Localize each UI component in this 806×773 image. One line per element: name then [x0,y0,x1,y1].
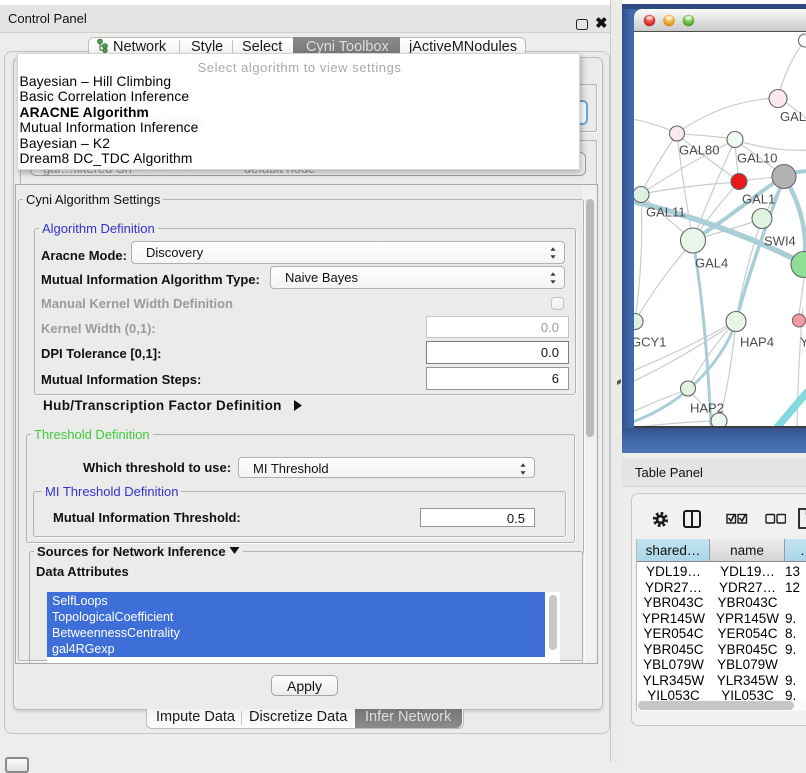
svg-text:GCY1: GCY1 [634,335,666,350]
svg-text:SWI4: SWI4 [764,234,796,249]
svg-text:GAL1: GAL1 [742,192,775,207]
svg-text:Y: Y [800,335,806,350]
svg-text:GAL10: GAL10 [737,151,777,166]
svg-text:GAL11: GAL11 [646,205,686,220]
svg-text:GAL: GAL [780,109,806,124]
svg-text:HAP2: HAP2 [690,401,724,416]
svg-text:GAL4: GAL4 [695,256,728,271]
svg-text:HAP4: HAP4 [740,335,774,350]
svg-text:GAL80: GAL80 [679,143,719,158]
